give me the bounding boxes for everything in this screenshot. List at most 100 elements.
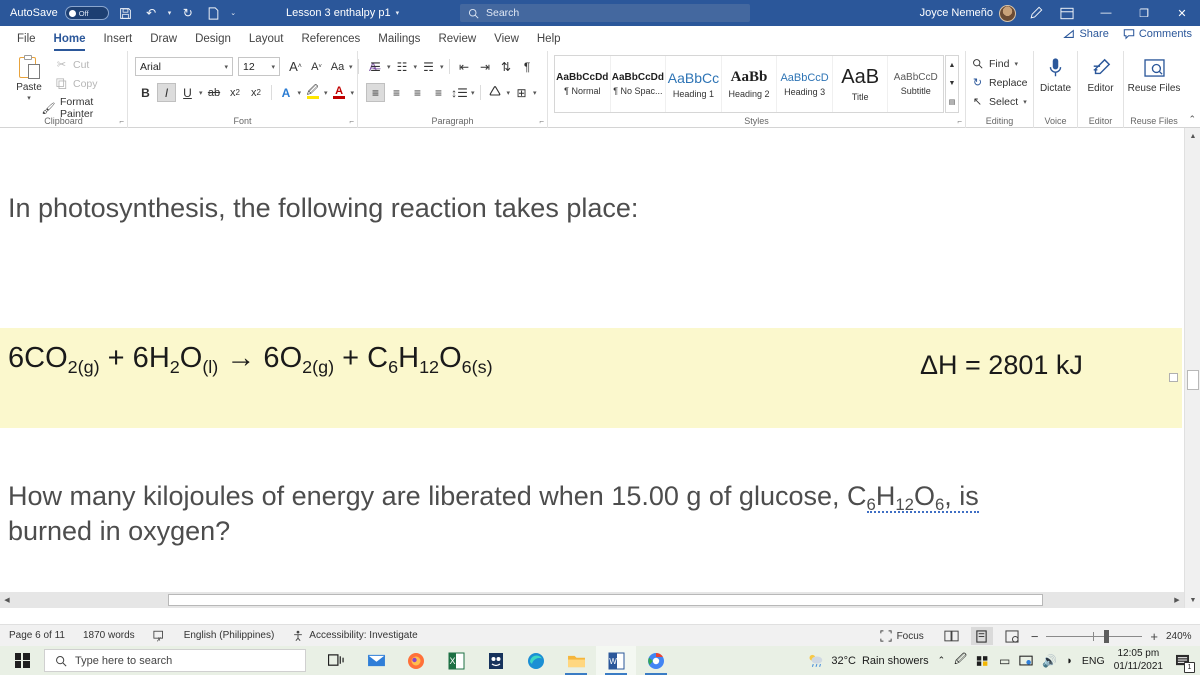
close-button[interactable]: ✕ — [1164, 0, 1200, 26]
font-color-icon[interactable]: A — [330, 83, 349, 102]
weather-widget[interactable]: 32°C Rain showers — [807, 653, 929, 668]
text-highlight-icon[interactable]: 🖉 — [303, 83, 322, 102]
select-button[interactable]: ↖ Select ▾ — [971, 95, 1027, 109]
tab-design[interactable]: Design — [186, 29, 240, 49]
focus-button[interactable]: Focus — [871, 630, 933, 642]
scroll-right-icon[interactable]: ▶ — [1170, 592, 1184, 608]
style-heading-3[interactable]: AaBbCcD Heading 3 — [777, 56, 833, 112]
wifi-tray-icon[interactable]: ◗ — [1066, 655, 1073, 667]
word-count[interactable]: 1870 words — [74, 630, 144, 641]
editor-button[interactable]: Editor — [1078, 55, 1123, 95]
line-spacing-dropdown-icon[interactable]: ▾ — [471, 89, 475, 97]
font-name-combo[interactable]: Arial ▾ — [135, 57, 233, 76]
vertical-scroll-thumb[interactable] — [1187, 370, 1199, 390]
notification-center-button[interactable]: 1 — [1172, 652, 1195, 673]
word-app-icon[interactable]: W — [596, 646, 636, 675]
line-spacing-icon[interactable]: ↕☰ — [450, 83, 469, 102]
select-dropdown-icon[interactable]: ▾ — [1023, 98, 1027, 106]
paste-button[interactable]: Paste ▾ — [8, 55, 50, 102]
decrease-indent-icon[interactable]: ⇤ — [455, 57, 474, 76]
accessibility-status[interactable]: Accessibility: Investigate — [283, 630, 426, 642]
scroll-up-icon[interactable]: ▲ — [1185, 128, 1200, 144]
underline-dropdown-icon[interactable]: ▾ — [199, 89, 203, 97]
chrome-app-icon[interactable] — [636, 646, 676, 675]
underline-button[interactable]: U — [178, 83, 197, 102]
language-tray[interactable]: ENG — [1082, 655, 1105, 667]
read-mode-view-button[interactable] — [1001, 627, 1023, 645]
clock[interactable]: 12:05 pm 01/11/2021 — [1114, 648, 1163, 673]
autosave-toggle[interactable]: Off — [64, 6, 109, 20]
multilevel-list-dropdown-icon[interactable]: ▾ — [440, 63, 444, 71]
new-document-icon[interactable] — [204, 4, 223, 23]
strikethrough-button[interactable]: ab — [205, 83, 224, 102]
search-input[interactable]: Search — [460, 4, 750, 22]
web-layout-view-button[interactable] — [941, 627, 963, 645]
restore-button[interactable]: ❐ — [1126, 0, 1162, 26]
mail-app-icon[interactable] — [356, 646, 396, 675]
show-hidden-icons-button[interactable]: ⌃ — [938, 655, 946, 666]
camera-tray-icon[interactable]: ▭ — [999, 654, 1010, 668]
redo-icon[interactable]: ↻ — [178, 4, 197, 23]
font-dialog-launcher[interactable]: ⌐ — [349, 117, 354, 126]
bold-button[interactable]: B — [136, 83, 155, 102]
comments-button[interactable]: Comments — [1123, 28, 1192, 40]
styles-more-icon[interactable]: ▤ — [949, 98, 956, 106]
copy-button[interactable]: Copy — [55, 77, 98, 90]
print-layout-view-button[interactable] — [970, 627, 993, 645]
clipboard-dialog-launcher[interactable]: ⌐ — [119, 117, 124, 126]
multilevel-list-icon[interactable]: ☴ — [419, 57, 438, 76]
zoom-out-button[interactable]: − — [1031, 629, 1039, 644]
highlight-dropdown-icon[interactable]: ▾ — [324, 89, 328, 97]
document-canvas[interactable]: In photosynthesis, the following reactio… — [0, 128, 1200, 608]
align-left-icon[interactable]: ≡ — [366, 83, 385, 102]
undo-icon[interactable]: ↶ — [142, 4, 161, 23]
style-title[interactable]: AaB Title — [833, 56, 889, 112]
change-case-icon[interactable]: Aa — [328, 57, 347, 76]
tab-draw[interactable]: Draw — [141, 29, 186, 49]
minimize-button[interactable]: ― — [1088, 0, 1124, 26]
styles-dialog-launcher[interactable]: ⌐ — [957, 117, 962, 126]
font-size-combo[interactable]: 12 ▾ — [238, 57, 280, 76]
tab-file[interactable]: File — [8, 29, 45, 49]
edge-app-icon[interactable] — [516, 646, 556, 675]
display-tray-icon[interactable] — [1019, 655, 1033, 667]
undo-dropdown-icon[interactable]: ▾ — [168, 9, 172, 17]
tab-references[interactable]: References — [292, 29, 369, 49]
show-formatting-marks-icon[interactable]: ¶ — [518, 57, 537, 76]
proofing-status-icon[interactable]: ✗ — [144, 630, 175, 642]
start-button[interactable] — [0, 646, 44, 675]
app-blue-icon[interactable] — [476, 646, 516, 675]
taskbar-search-input[interactable]: Type here to search — [44, 649, 306, 672]
shrink-font-icon[interactable]: A ˅ — [307, 57, 326, 76]
onedrive-tray-icon[interactable] — [976, 655, 990, 667]
zoom-slider-handle[interactable] — [1104, 629, 1110, 643]
sort-icon[interactable]: ⇅ — [497, 57, 516, 76]
style-heading-1[interactable]: AaBbCc Heading 1 — [666, 56, 722, 112]
font-size-dropdown-icon[interactable]: ▾ — [271, 63, 275, 71]
style-normal[interactable]: AaBbCcDd ¶ Normal — [555, 56, 611, 112]
file-explorer-icon[interactable] — [556, 646, 596, 675]
align-center-icon[interactable]: ≡ — [387, 83, 406, 102]
tab-review[interactable]: Review — [429, 29, 485, 49]
pen-tray-icon[interactable]: 🖉 — [954, 650, 967, 671]
scroll-down-icon[interactable]: ▼ — [1185, 592, 1200, 608]
style-subtitle[interactable]: AaBbCcD Subtitle — [888, 56, 943, 112]
styles-scroll-up-icon[interactable]: ▲ — [949, 62, 956, 69]
tab-view[interactable]: View — [485, 29, 528, 49]
grow-font-icon[interactable]: A ˄ — [286, 57, 305, 76]
pen-ink-icon[interactable] — [1026, 4, 1045, 23]
collapse-ribbon-icon[interactable]: ⌃ — [1188, 114, 1196, 125]
zoom-level[interactable]: 240% — [1166, 631, 1196, 642]
shading-dropdown-icon[interactable]: ▾ — [507, 89, 511, 97]
borders-dropdown-icon[interactable]: ▾ — [533, 89, 537, 97]
style-heading-2[interactable]: AaBb Heading 2 — [722, 56, 778, 112]
text-effects-icon[interactable]: A — [277, 83, 296, 102]
firefox-app-icon[interactable] — [396, 646, 436, 675]
align-right-icon[interactable]: ≡ — [408, 83, 427, 102]
dictate-button[interactable]: Dictate — [1034, 55, 1077, 95]
subscript-button[interactable]: x2 — [226, 83, 245, 102]
horizontal-scroll-thumb[interactable] — [168, 594, 1043, 606]
replace-button[interactable]: ↻ Replace — [971, 76, 1028, 90]
justify-icon[interactable]: ≡ — [429, 83, 448, 102]
page-indicator[interactable]: Page 6 of 11 — [0, 630, 74, 641]
